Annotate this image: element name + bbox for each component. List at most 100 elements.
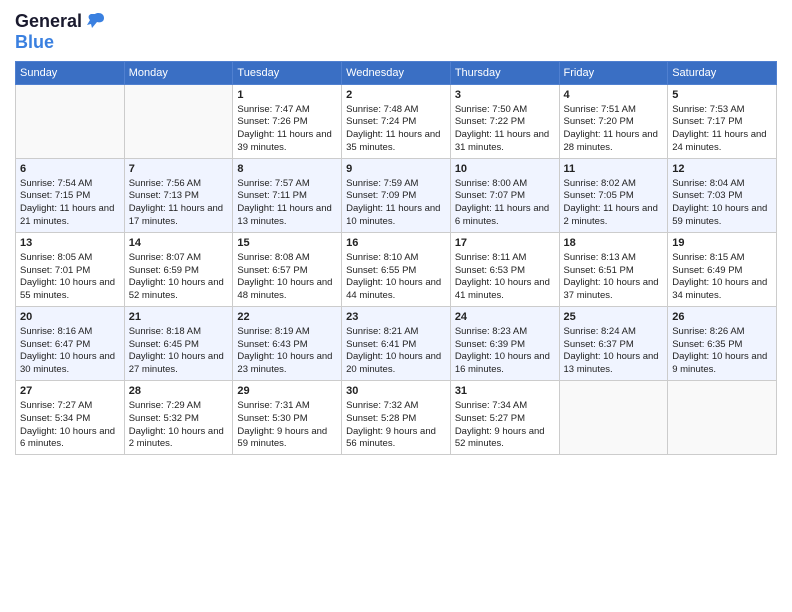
sunrise-text: Sunrise: 8:23 AM [455, 326, 527, 337]
sunset-text: Sunset: 6:47 PM [20, 339, 90, 350]
day-number: 20 [20, 310, 120, 325]
calendar-week-row: 27Sunrise: 7:27 AMSunset: 5:34 PMDayligh… [16, 381, 777, 455]
day-number: 12 [672, 162, 772, 177]
sunset-text: Sunset: 6:41 PM [346, 339, 416, 350]
day-number: 8 [237, 162, 337, 177]
sunset-text: Sunset: 6:35 PM [672, 339, 742, 350]
calendar-cell [668, 381, 777, 455]
sunrise-text: Sunrise: 8:05 AM [20, 252, 92, 263]
sunrise-text: Sunrise: 8:19 AM [237, 326, 309, 337]
day-number: 4 [564, 88, 664, 103]
weekday-header-row: SundayMondayTuesdayWednesdayThursdayFrid… [16, 61, 777, 84]
weekday-friday: Friday [559, 61, 668, 84]
sunrise-text: Sunrise: 8:00 AM [455, 178, 527, 189]
sunrise-text: Sunrise: 7:47 AM [237, 104, 309, 115]
day-number: 2 [346, 88, 446, 103]
sunrise-text: Sunrise: 8:02 AM [564, 178, 636, 189]
daylight-text: Daylight: 10 hours and 9 minutes. [672, 351, 767, 375]
calendar-cell: 28Sunrise: 7:29 AMSunset: 5:32 PMDayligh… [124, 381, 233, 455]
sunset-text: Sunset: 7:05 PM [564, 190, 634, 201]
calendar-cell [124, 84, 233, 158]
sunset-text: Sunset: 6:57 PM [237, 265, 307, 276]
daylight-text: Daylight: 11 hours and 28 minutes. [564, 129, 658, 153]
sunset-text: Sunset: 5:27 PM [455, 413, 525, 424]
daylight-text: Daylight: 10 hours and 41 minutes. [455, 277, 550, 301]
day-number: 31 [455, 384, 555, 399]
calendar-cell: 8Sunrise: 7:57 AMSunset: 7:11 PMDaylight… [233, 158, 342, 232]
daylight-text: Daylight: 11 hours and 13 minutes. [237, 203, 331, 227]
day-number: 28 [129, 384, 229, 399]
calendar-cell: 27Sunrise: 7:27 AMSunset: 5:34 PMDayligh… [16, 381, 125, 455]
daylight-text: Daylight: 11 hours and 6 minutes. [455, 203, 549, 227]
calendar-week-row: 20Sunrise: 8:16 AMSunset: 6:47 PMDayligh… [16, 306, 777, 380]
daylight-text: Daylight: 10 hours and 20 minutes. [346, 351, 441, 375]
daylight-text: Daylight: 9 hours and 59 minutes. [237, 426, 327, 450]
calendar-cell: 1Sunrise: 7:47 AMSunset: 7:26 PMDaylight… [233, 84, 342, 158]
sunset-text: Sunset: 5:30 PM [237, 413, 307, 424]
calendar-table: SundayMondayTuesdayWednesdayThursdayFrid… [15, 61, 777, 455]
day-number: 19 [672, 236, 772, 251]
calendar-cell: 17Sunrise: 8:11 AMSunset: 6:53 PMDayligh… [450, 232, 559, 306]
sunrise-text: Sunrise: 7:51 AM [564, 104, 636, 115]
calendar-cell: 23Sunrise: 8:21 AMSunset: 6:41 PMDayligh… [342, 306, 451, 380]
weekday-sunday: Sunday [16, 61, 125, 84]
day-number: 21 [129, 310, 229, 325]
calendar-cell: 21Sunrise: 8:18 AMSunset: 6:45 PMDayligh… [124, 306, 233, 380]
sunset-text: Sunset: 6:53 PM [455, 265, 525, 276]
calendar-cell [16, 84, 125, 158]
sunset-text: Sunset: 7:09 PM [346, 190, 416, 201]
day-number: 7 [129, 162, 229, 177]
calendar-cell: 13Sunrise: 8:05 AMSunset: 7:01 PMDayligh… [16, 232, 125, 306]
sunrise-text: Sunrise: 7:54 AM [20, 178, 92, 189]
day-number: 14 [129, 236, 229, 251]
calendar-cell [559, 381, 668, 455]
day-number: 18 [564, 236, 664, 251]
calendar-cell: 4Sunrise: 7:51 AMSunset: 7:20 PM Daylight… [559, 84, 668, 158]
daylight-text: Daylight: 11 hours and 2 minutes. [564, 203, 658, 227]
calendar-cell: 14Sunrise: 8:07 AMSunset: 6:59 PMDayligh… [124, 232, 233, 306]
sunrise-text: Sunrise: 7:34 AM [455, 400, 527, 411]
day-number: 5 [672, 88, 772, 103]
weekday-tuesday: Tuesday [233, 61, 342, 84]
sunrise-text: Sunrise: 7:27 AM [20, 400, 92, 411]
sunrise-text: Sunrise: 8:15 AM [672, 252, 744, 263]
calendar-cell: 24Sunrise: 8:23 AMSunset: 6:39 PMDayligh… [450, 306, 559, 380]
day-number: 16 [346, 236, 446, 251]
sunset-text: Sunset: 6:49 PM [672, 265, 742, 276]
logo-bird-icon [84, 10, 106, 32]
daylight-text: Daylight: 9 hours and 56 minutes. [346, 426, 436, 450]
sunrise-text: Sunrise: 7:59 AM [346, 178, 418, 189]
sunrise-text: Sunrise: 8:18 AM [129, 326, 201, 337]
sunrise-text: Sunrise: 7:29 AM [129, 400, 201, 411]
calendar-cell: 10Sunrise: 8:00 AMSunset: 7:07 PMDayligh… [450, 158, 559, 232]
daylight-text: Daylight: 11 hours and 31 minutes. [455, 129, 549, 153]
sunset-text: Sunset: 6:55 PM [346, 265, 416, 276]
daylight-text: Daylight: 11 hours and 24 minutes. [672, 129, 766, 153]
calendar-cell: 9Sunrise: 7:59 AMSunset: 7:09 PMDaylight… [342, 158, 451, 232]
daylight-text: Daylight: 11 hours and 39 minutes. [237, 129, 331, 153]
sunset-text: Sunset: 7:20 PM [564, 116, 634, 127]
day-number: 11 [564, 162, 664, 177]
sunrise-text: Sunrise: 8:26 AM [672, 326, 744, 337]
daylight-text: Daylight: 10 hours and 30 minutes. [20, 351, 115, 375]
calendar-cell: 5Sunrise: 7:53 AMSunset: 7:17 PMDaylight… [668, 84, 777, 158]
daylight-text: Daylight: 10 hours and 13 minutes. [564, 351, 659, 375]
sunrise-text: Sunrise: 8:08 AM [237, 252, 309, 263]
logo: General Blue [15, 10, 106, 53]
calendar-cell: 16Sunrise: 8:10 AMSunset: 6:55 PMDayligh… [342, 232, 451, 306]
daylight-text: Daylight: 10 hours and 6 minutes. [20, 426, 115, 450]
calendar-cell: 2Sunrise: 7:48 AMSunset: 7:24 PMDaylight… [342, 84, 451, 158]
sunrise-text: Sunrise: 8:07 AM [129, 252, 201, 263]
sunrise-text: Sunrise: 7:57 AM [237, 178, 309, 189]
sunset-text: Sunset: 7:03 PM [672, 190, 742, 201]
day-number: 13 [20, 236, 120, 251]
daylight-text: Daylight: 11 hours and 21 minutes. [20, 203, 114, 227]
daylight-text: Daylight: 10 hours and 55 minutes. [20, 277, 115, 301]
sunrise-text: Sunrise: 8:04 AM [672, 178, 744, 189]
daylight-text: Daylight: 11 hours and 35 minutes. [346, 129, 440, 153]
logo-text: General Blue [15, 10, 106, 53]
sunrise-text: Sunrise: 7:32 AM [346, 400, 418, 411]
day-number: 23 [346, 310, 446, 325]
daylight-text: Daylight: 10 hours and 34 minutes. [672, 277, 767, 301]
day-number: 24 [455, 310, 555, 325]
